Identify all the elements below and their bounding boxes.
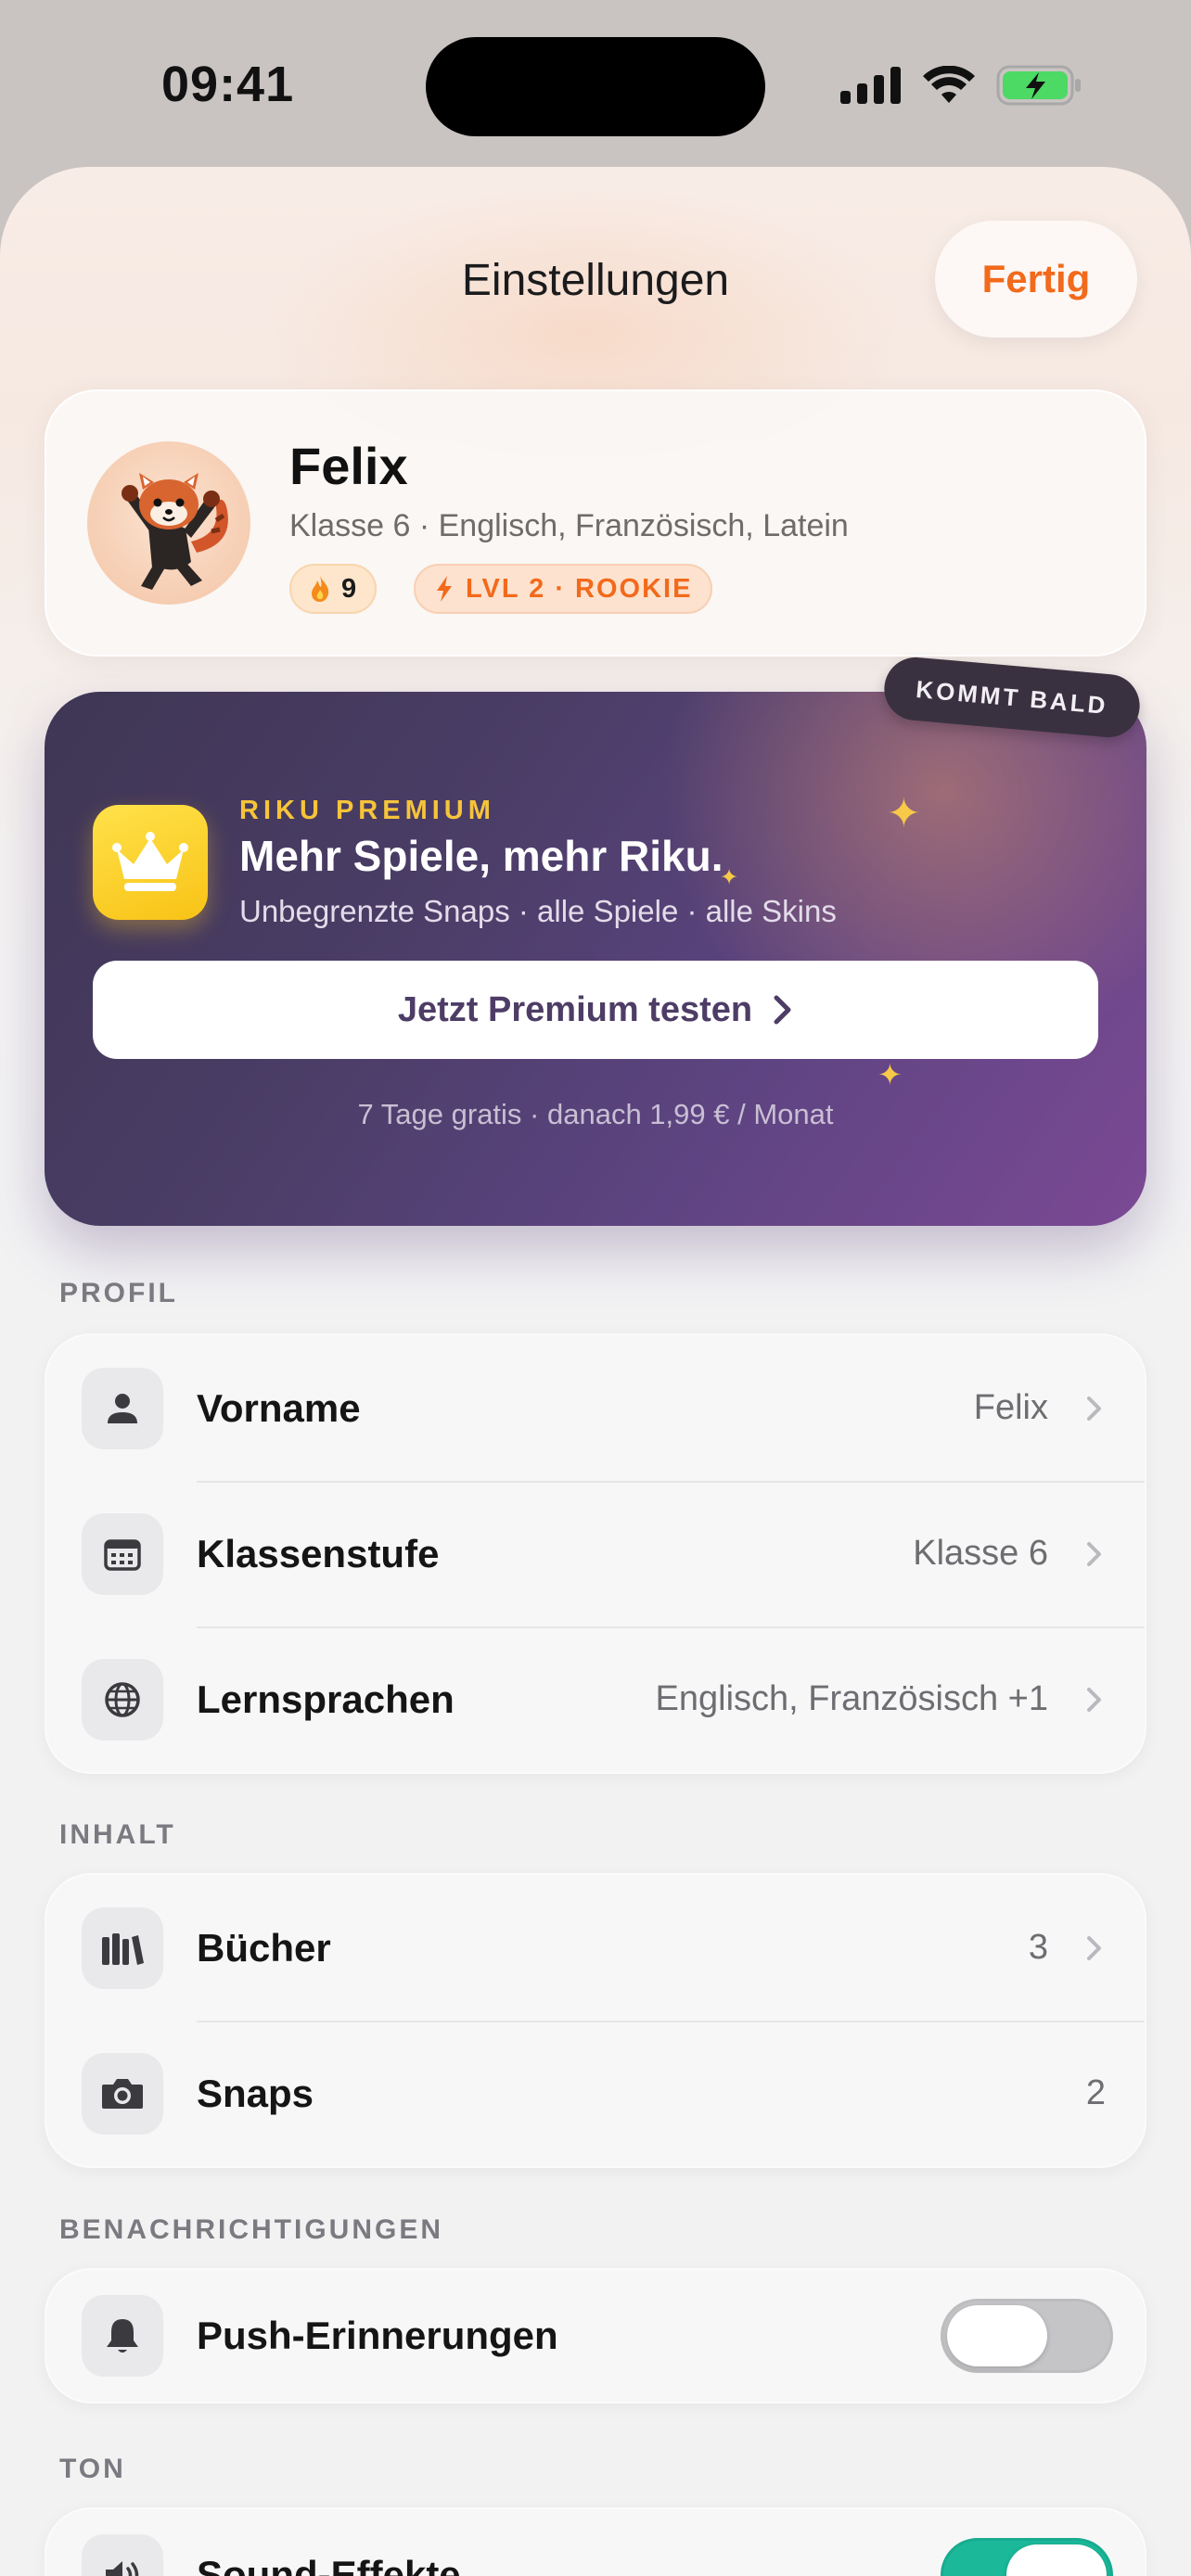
books-icon (82, 1906, 163, 1989)
row-vorname[interactable]: Vorname Felix (46, 1335, 1145, 1481)
row-label: Klassenstufe (197, 1531, 440, 1575)
row-value: Felix (973, 1388, 1048, 1427)
row-label: Lernsprachen (197, 1677, 455, 1721)
premium-trial-label: Jetzt Premium testen (397, 989, 753, 1029)
row-label: Sound-Effekte (197, 2553, 461, 2576)
status-time: 09:41 (161, 57, 295, 112)
benachrichtigungen-group: Push-Erinnerungen (45, 2268, 1146, 2404)
section-label-profil: PROFIL (59, 1278, 178, 1308)
premium-card: KOMMT BALD ✦ ✦ ✦ RIKU PREMIUM Mehr Spiel… (45, 655, 1146, 1226)
red-panda-mascot-icon (122, 473, 228, 590)
avatar (87, 441, 250, 605)
section-label-benachrichtigungen: BENACHRICHTIGUNGEN (59, 2214, 443, 2245)
sparkle-icon: ✦ (877, 1058, 903, 1091)
streak-badge: 9 (289, 564, 378, 614)
calendar-icon (82, 1512, 163, 1595)
settings-sheet: Einstellungen Fertig Felix Klasse 6 · En… (0, 167, 1191, 2576)
chevron-right-icon (1087, 1935, 1101, 1960)
flame-icon (312, 576, 329, 602)
status-bar: 09:41 (0, 0, 1191, 167)
level-label: LVL 2 · ROOKIE (466, 573, 693, 604)
crown-icon (93, 805, 208, 920)
premium-eyebrow: RIKU PREMIUM (239, 796, 495, 825)
row-sound-effekte: Sound-Effekte (46, 2509, 1145, 2576)
camera-icon (82, 2052, 163, 2135)
profile-name: Felix (289, 437, 408, 495)
row-label: Bücher (197, 1925, 331, 1970)
chevron-right-icon (1087, 1687, 1101, 1712)
cellular-signal-icon (840, 67, 901, 104)
row-klassenstufe[interactable]: Klassenstufe Klasse 6 (46, 1481, 1145, 1626)
row-snaps[interactable]: Snaps 2 (46, 2021, 1145, 2166)
done-button[interactable]: Fertig (935, 221, 1137, 338)
chevron-right-icon (1087, 1396, 1101, 1421)
row-value: Englisch, Französisch +1 (655, 1679, 1048, 1718)
wifi-icon (923, 66, 975, 103)
row-label: Push-Erinnerungen (197, 2314, 558, 2357)
sound-effects-toggle[interactable] (941, 2538, 1113, 2576)
row-value: 2 (1085, 2073, 1106, 2112)
chevron-right-icon (1087, 1541, 1101, 1566)
level-badge: LVL 2 · ROOKIE (414, 564, 713, 614)
profile-subtitle: Klasse 6 · Englisch, Französisch, Latein (289, 508, 849, 543)
premium-subtitle: Unbegrenzte Snaps · alle Spiele · alle S… (239, 894, 837, 928)
battery-charging-icon (996, 65, 1081, 106)
row-value: 3 (1028, 1928, 1048, 1967)
coming-soon-badge: KOMMT BALD (881, 655, 1143, 740)
premium-footnote: 7 Tage gratis · danach 1,99 € / Monat (357, 1098, 834, 1130)
row-lernsprachen[interactable]: Lernsprachen Englisch, Französisch +1 (46, 1626, 1145, 1772)
speaker-icon (82, 2534, 163, 2576)
row-buecher[interactable]: Bücher 3 (46, 1875, 1145, 2021)
dynamic-island (426, 37, 765, 136)
profil-group: Vorname Felix Klassenstufe Klasse 6 Lern… (45, 1333, 1146, 1774)
row-value: Klasse 6 (913, 1534, 1048, 1573)
chevron-right-icon (774, 995, 791, 1025)
section-label-inhalt: INHALT (59, 1819, 176, 1850)
bolt-icon (437, 576, 452, 602)
streak-count: 9 (341, 573, 357, 604)
profile-card[interactable]: Felix Klasse 6 · Englisch, Französisch, … (45, 389, 1146, 657)
inhalt-group: Bücher 3 Snaps 2 (45, 1873, 1146, 2168)
row-label: Snaps (197, 2071, 314, 2115)
premium-trial-button[interactable]: Jetzt Premium testen (93, 961, 1098, 1059)
globe-icon (82, 1658, 163, 1741)
row-label: Vorname (197, 1385, 361, 1430)
ton-group: Sound-Effekte (45, 2507, 1146, 2576)
sparkle-icon: ✦ (887, 791, 921, 836)
row-push-erinnerungen: Push-Erinnerungen (46, 2270, 1145, 2402)
push-reminders-toggle[interactable] (941, 2299, 1113, 2373)
bell-icon (82, 2295, 163, 2377)
person-icon (82, 1367, 163, 1449)
section-label-ton: TON (59, 2454, 126, 2484)
premium-title: Mehr Spiele, mehr Riku. (239, 832, 724, 880)
status-icons (840, 65, 1082, 106)
